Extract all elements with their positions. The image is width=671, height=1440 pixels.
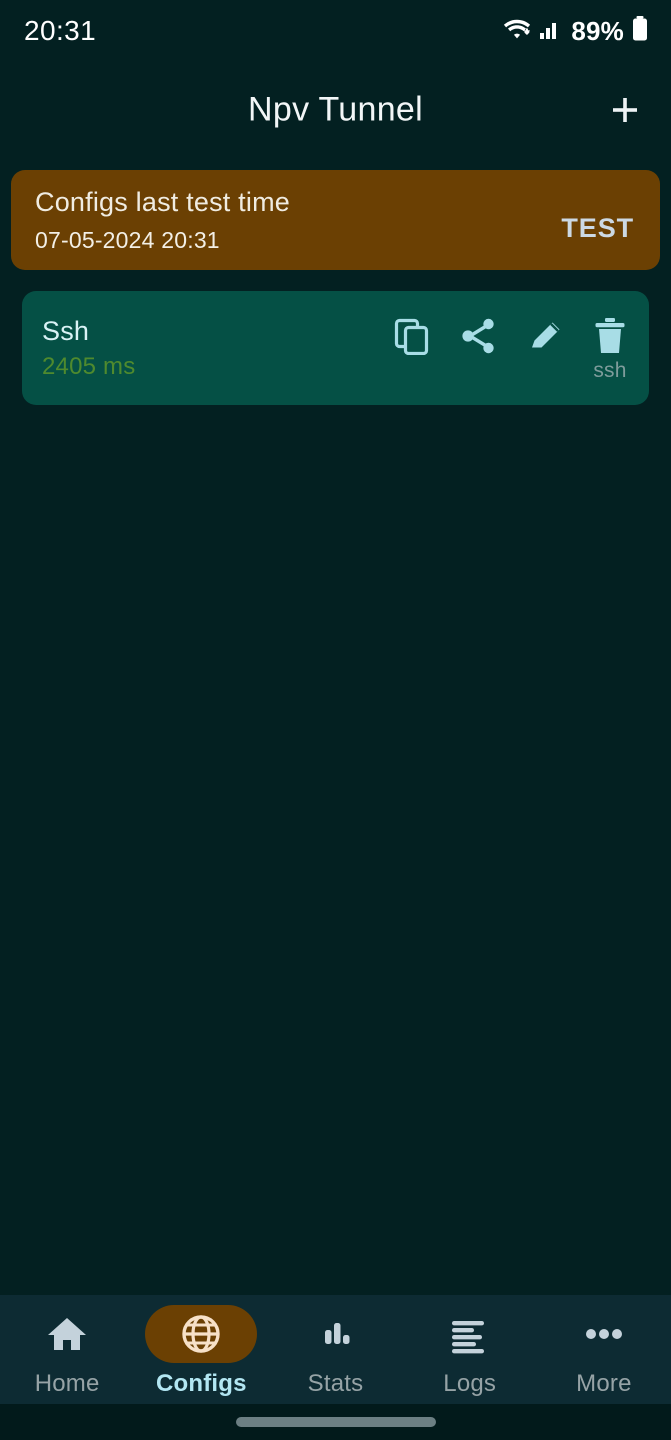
nav-label-home: Home bbox=[34, 1370, 100, 1397]
app-screen: 20:31 89% Npv Tunnel Configs last test t… bbox=[0, 0, 671, 1440]
config-name: Ssh bbox=[42, 316, 90, 346]
copy-config-button[interactable] bbox=[393, 317, 431, 384]
page-title: Npv Tunnel bbox=[248, 90, 423, 129]
config-card-ssh[interactable]: Ssh 2405 ms ssh bbox=[22, 291, 649, 405]
test-button[interactable]: TEST bbox=[557, 205, 638, 252]
nav-item-more[interactable]: More bbox=[537, 1305, 671, 1398]
nav-pill-more bbox=[548, 1305, 660, 1363]
config-ping: 2405 ms bbox=[42, 353, 136, 380]
status-time: 20:31 bbox=[24, 15, 97, 46]
nav-item-home[interactable]: Home bbox=[0, 1305, 134, 1398]
cellular-signal-icon bbox=[539, 17, 561, 46]
app-bar: Npv Tunnel bbox=[0, 62, 671, 158]
nav-label-logs: Logs bbox=[443, 1370, 497, 1397]
nav-label-more: More bbox=[576, 1370, 632, 1397]
copy-icon bbox=[394, 318, 429, 355]
nav-pill-stats bbox=[280, 1305, 392, 1363]
edit-icon bbox=[532, 322, 560, 348]
more-dots-icon bbox=[585, 1329, 622, 1339]
banner-timestamp: 07-05-2024 20:31 bbox=[35, 226, 220, 253]
battery-icon bbox=[631, 15, 649, 48]
last-test-time-banner[interactable]: Configs last test time 07-05-2024 20:31 … bbox=[11, 170, 660, 270]
plus-icon bbox=[613, 98, 637, 122]
nav-label-configs: Configs bbox=[155, 1370, 247, 1397]
wifi-icon bbox=[502, 17, 532, 46]
status-bar: 20:31 89% bbox=[0, 0, 671, 62]
delete-icon bbox=[595, 318, 625, 353]
status-indicators: 89% bbox=[502, 15, 649, 48]
bar-chart-icon bbox=[324, 1323, 349, 1344]
config-info: Ssh 2405 ms bbox=[42, 291, 135, 381]
nav-item-stats[interactable]: Stats bbox=[268, 1305, 402, 1398]
edit-config-button[interactable] bbox=[527, 317, 565, 384]
add-config-button[interactable] bbox=[599, 84, 651, 136]
gesture-handle[interactable] bbox=[235, 1417, 436, 1427]
nav-item-logs[interactable]: Logs bbox=[403, 1305, 537, 1398]
globe-icon bbox=[182, 1315, 220, 1353]
share-icon bbox=[462, 318, 494, 354]
banner-title: Configs last test time bbox=[35, 186, 290, 217]
battery-percent-label: 89% bbox=[571, 15, 624, 46]
nav-pill-home bbox=[11, 1305, 123, 1363]
home-icon bbox=[48, 1318, 87, 1350]
banner-text-group: Configs last test time 07-05-2024 20:31 bbox=[35, 187, 290, 254]
list-lines-icon bbox=[451, 1321, 484, 1354]
gesture-navigation-area bbox=[0, 1404, 671, 1440]
delete-config-button[interactable]: ssh bbox=[593, 317, 627, 383]
nav-label-stats: Stats bbox=[307, 1370, 364, 1397]
config-type-label: ssh bbox=[593, 359, 627, 382]
nav-item-configs[interactable]: Configs bbox=[134, 1305, 268, 1398]
share-config-button[interactable] bbox=[459, 317, 499, 384]
config-actions: ssh bbox=[393, 291, 627, 384]
nav-pill-configs bbox=[145, 1305, 258, 1363]
nav-pill-logs bbox=[414, 1305, 526, 1363]
bottom-navigation: Home Configs Stats Logs More bbox=[0, 1295, 671, 1404]
